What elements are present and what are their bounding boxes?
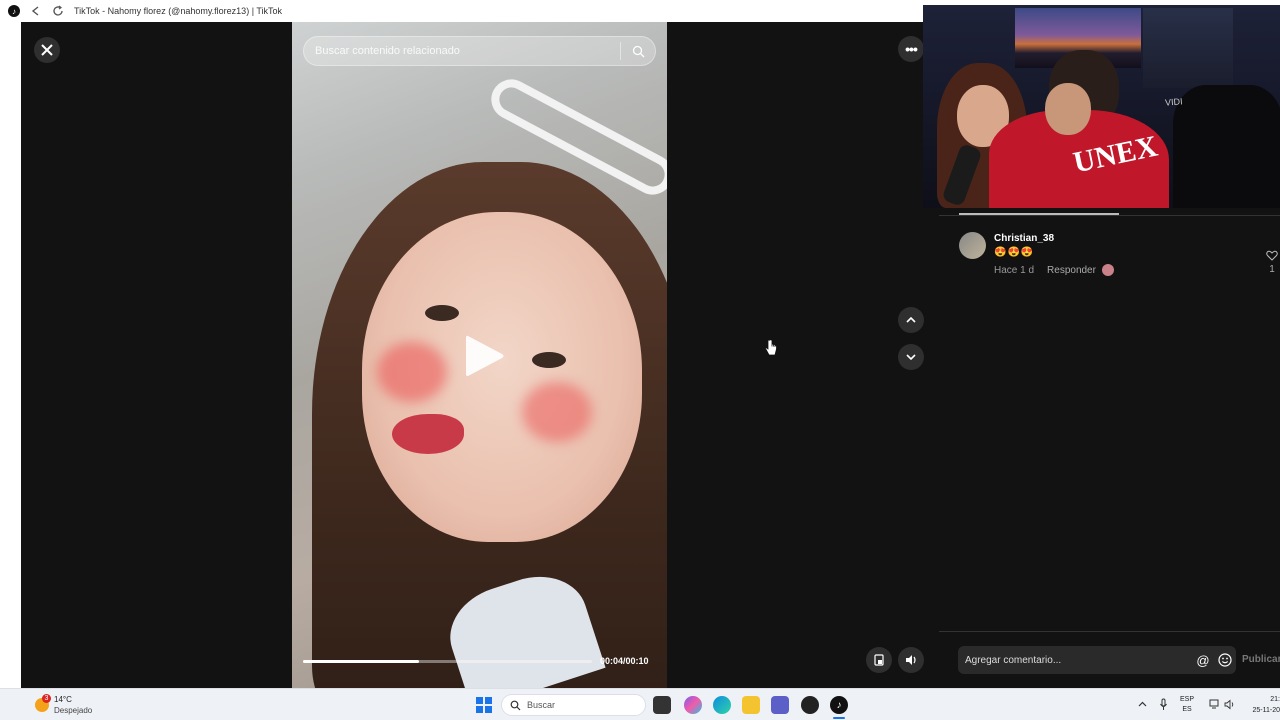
screen: ♪ TikTok - Nahomy florez (@nahomy.florez…	[0, 0, 1280, 720]
language-primary: ESP	[1180, 696, 1195, 703]
comment-like-count: 1	[1269, 264, 1275, 275]
weather-condition: Despejado	[54, 706, 93, 715]
reply-button[interactable]: Responder	[1047, 265, 1096, 276]
mention-button[interactable]: @	[1192, 649, 1214, 671]
comment-footer-divider	[939, 631, 1280, 632]
related-search-bar[interactable]: Buscar contenido relacionado	[303, 36, 656, 66]
background-text: VIDI	[1164, 96, 1183, 108]
comment-meta: Hace 1 d Responder	[994, 265, 1096, 276]
active-app-indicator	[833, 717, 845, 719]
comment-text: 😍😍😍	[994, 247, 1035, 258]
weather-badge: 3	[42, 694, 51, 703]
video-cheek-right	[522, 382, 592, 442]
publish-button[interactable]: Publicar	[1242, 654, 1280, 665]
task-view-icon[interactable]	[653, 696, 671, 714]
creator-liked-avatar	[1102, 264, 1114, 276]
chevron-up-icon[interactable]	[1138, 700, 1147, 709]
taskbar-search[interactable]: Buscar	[501, 694, 646, 716]
weather-widget[interactable]: 3 14°C Despejado	[33, 693, 113, 717]
video-lips	[392, 414, 464, 454]
clock-date: 25-11-20	[1252, 707, 1280, 714]
webcam-overlay: VIDI UNEX	[923, 5, 1280, 208]
teams-icon[interactable]	[771, 696, 789, 714]
windows-start-icon[interactable]	[476, 697, 492, 713]
edge-icon[interactable]	[713, 696, 731, 714]
volume-button[interactable]	[898, 647, 924, 673]
video-time: 00:04/00:10	[600, 656, 649, 666]
video-eye-left	[425, 305, 459, 321]
search-icon	[510, 700, 521, 710]
close-button[interactable]	[34, 37, 60, 63]
search-input[interactable]: Buscar contenido relacionado	[304, 45, 620, 57]
volume-icon[interactable]	[1224, 699, 1236, 710]
close-icon	[41, 44, 53, 56]
video-progress-bar[interactable]	[303, 660, 592, 663]
microphone-icon[interactable]	[1159, 698, 1168, 711]
second-window	[1143, 8, 1233, 88]
window-title: TikTok - Nahomy florez (@nahomy.florez13…	[74, 6, 283, 16]
comments-divider	[939, 215, 1280, 216]
heart-icon	[1266, 250, 1278, 261]
comment-item: Christian_38 😍😍😍 Hace 1 d Responder 1	[959, 232, 1280, 282]
back-icon[interactable]	[28, 3, 44, 19]
chevron-up-icon	[906, 316, 916, 323]
left-margin	[0, 22, 21, 688]
previous-video-button[interactable]	[898, 307, 924, 333]
browser-titlebar: ♪ TikTok - Nahomy florez (@nahomy.florez…	[0, 0, 923, 22]
tiktok-taskbar-icon[interactable]: ♪	[830, 696, 848, 714]
obs-icon[interactable]	[801, 696, 819, 714]
language-indicator[interactable]: ESP ES	[1180, 695, 1194, 715]
hand-cursor-icon	[764, 339, 777, 356]
volume-icon	[905, 655, 916, 665]
comment-username[interactable]: Christian_38	[994, 233, 1054, 244]
weather-temperature: 14°C	[54, 695, 72, 704]
person-right-face	[1045, 83, 1091, 135]
emoji-icon	[1218, 653, 1232, 667]
tiktok-icon: ♪	[6, 3, 22, 19]
search-button[interactable]	[621, 36, 655, 66]
emoji-button[interactable]	[1214, 649, 1236, 671]
copilot-icon[interactable]	[684, 696, 702, 714]
refresh-icon[interactable]	[50, 3, 66, 19]
avatar[interactable]	[959, 232, 986, 259]
comment-input-box[interactable]: Agregar comentario... @	[958, 646, 1236, 674]
more-icon: •••	[905, 41, 918, 57]
search-icon	[632, 45, 644, 57]
pip-icon	[874, 654, 884, 666]
play-icon[interactable]	[462, 332, 506, 380]
next-video-button[interactable]	[898, 344, 924, 370]
comment-input[interactable]: Agregar comentario...	[958, 655, 1192, 666]
gaming-chair	[1173, 85, 1280, 208]
system-clock[interactable]: 21: 25-11-20	[1244, 694, 1280, 716]
clock-time: 21:	[1270, 696, 1280, 703]
network-icon[interactable]	[1209, 699, 1221, 710]
language-secondary: ES	[1182, 706, 1192, 713]
taskbar-search-label: Buscar	[527, 700, 556, 710]
chevron-down-icon	[906, 354, 916, 361]
file-explorer-icon[interactable]	[742, 696, 760, 714]
windows-taskbar: 3 14°C Despejado Buscar ♪ ESP ES 21: 25-…	[0, 688, 1280, 720]
comment-time: Hace 1 d	[994, 265, 1035, 276]
video-progress-fill	[303, 660, 419, 663]
picture-in-picture-button[interactable]	[866, 647, 892, 673]
video-cheek-left	[377, 342, 447, 402]
video-eye-right	[532, 352, 566, 368]
more-options-button[interactable]: •••	[898, 36, 924, 62]
